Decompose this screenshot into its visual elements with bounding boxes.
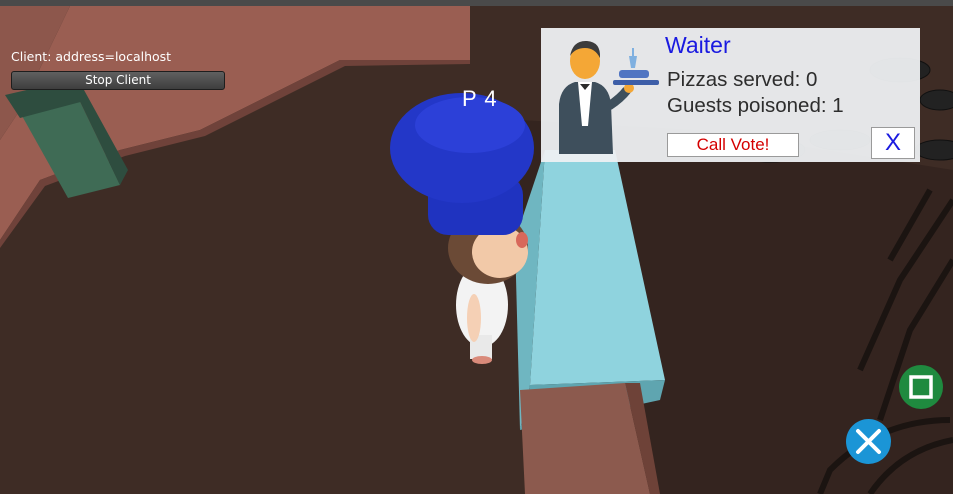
stop-client-button[interactable]: Stop Client [11, 71, 225, 90]
player-name-tag: P 4 [462, 86, 498, 111]
pizzas-served-stat: Pizzas served: 0 [667, 68, 818, 91]
square-action-icon [909, 375, 933, 399]
cross-action-icon [856, 429, 881, 454]
role-title: Waiter [665, 32, 731, 58]
square-action-button[interactable] [899, 365, 943, 409]
waiter-icon [559, 40, 659, 154]
close-panel-button[interactable]: X [871, 127, 915, 159]
role-panel: Waiter Pizzas served: 0 Guests poisoned:… [541, 28, 920, 162]
ceiling-strip [0, 0, 953, 6]
call-vote-button[interactable]: Call Vote! [667, 133, 799, 157]
client-status-label: Client: address=localhost [11, 49, 172, 64]
guests-poisoned-stat: Guests poisoned: 1 [667, 94, 844, 117]
cross-action-button[interactable] [846, 419, 891, 464]
